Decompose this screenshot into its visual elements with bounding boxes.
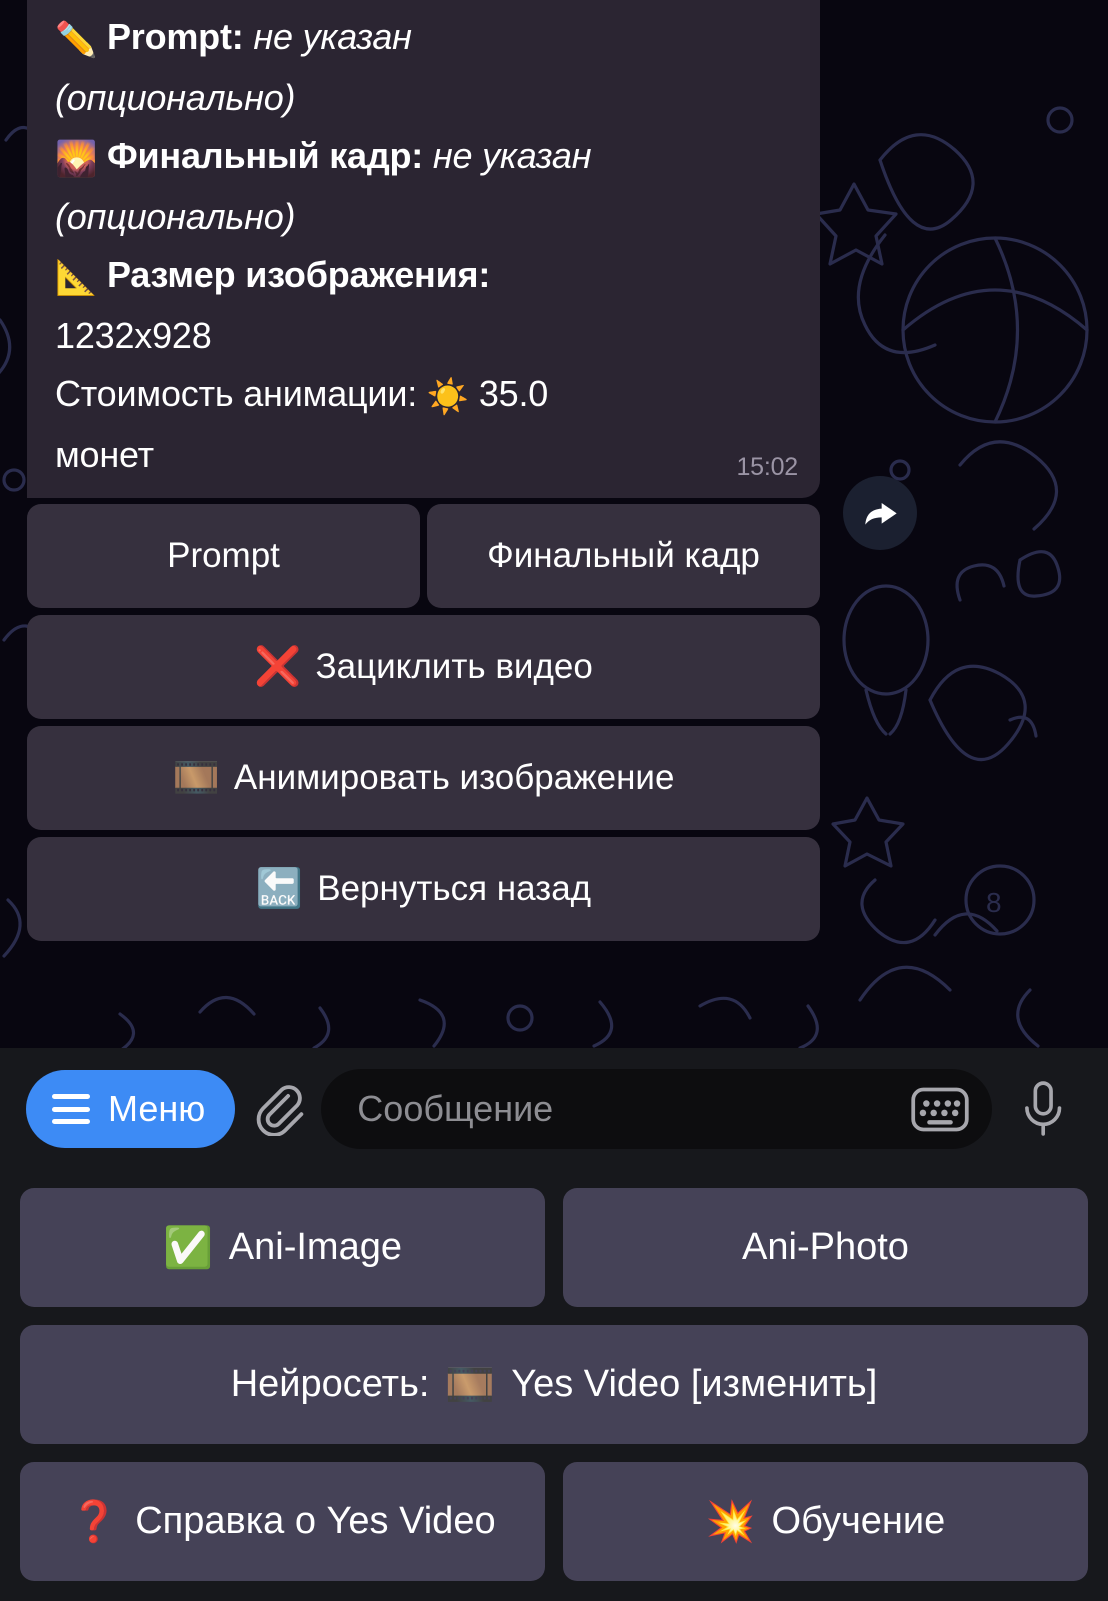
keyboard-icon (911, 1087, 969, 1131)
inline-button-loop-video-label: Зациклить видео (315, 647, 593, 686)
reply-button-help-yes-video[interactable]: ❓ Справка о Yes Video (20, 1462, 545, 1581)
reply-button-neural-network[interactable]: Нейросеть: 🎞️ Yes Video [изменить] (20, 1325, 1088, 1444)
inline-button-final-frame-label: Финальный кадр (487, 536, 760, 575)
reply-button-ani-image-label: Ani-Image (228, 1226, 402, 1268)
question-mark-icon: ❓ (69, 1500, 120, 1544)
reply-keyboard: ✅ Ani-Image Ani-Photo Нейросеть: 🎞️ Yes … (0, 1170, 1108, 1601)
inline-button-go-back[interactable]: 🔙 Вернуться назад (27, 837, 820, 941)
inline-button-animate-image[interactable]: 🎞️ Анимировать изображение (27, 726, 820, 830)
triangular-ruler-icon: 📐 (55, 259, 98, 297)
message-list: ✏️ Prompt: не указан (опционально) 🌄 Фин… (0, 0, 1108, 1040)
cost-label: Стоимость анимации: (55, 373, 418, 414)
inline-button-loop-video[interactable]: ❌ Зациклить видео (27, 615, 820, 719)
message-input-placeholder: Сообщение (357, 1088, 554, 1129)
reply-keyboard-row: Нейросеть: 🎞️ Yes Video [изменить] (20, 1325, 1088, 1444)
message-line-prompt: ✏️ Prompt: не указан (55, 8, 798, 69)
inline-keyboard: Prompt Финальный кадр ❌ Зациклить видео … (27, 504, 820, 941)
film-frames-icon: 🎞️ (445, 1363, 496, 1407)
prompt-optional-note: (опционально) (55, 77, 296, 118)
forward-arrow-icon (865, 503, 897, 525)
inline-button-prompt[interactable]: Prompt (27, 504, 420, 608)
message-bubble[interactable]: ✏️ Prompt: не указан (опционально) 🌄 Фин… (27, 0, 820, 498)
prompt-separator: : (231, 16, 254, 57)
menu-button[interactable]: Меню (26, 1070, 236, 1148)
final-frame-separator: : (411, 135, 433, 176)
film-frames-icon: 🎞️ (172, 757, 220, 799)
inline-button-final-frame[interactable]: Финальный кадр (427, 504, 820, 608)
inline-keyboard-row: Prompt Финальный кадр (27, 504, 820, 608)
microphone-icon (1025, 1081, 1062, 1136)
check-mark-button-icon: ✅ (162, 1226, 213, 1270)
cost-unit: монет (55, 434, 154, 475)
reply-keyboard-row: ✅ Ani-Image Ani-Photo (20, 1188, 1088, 1307)
cost-unit-line: монет 15:02 (55, 426, 798, 484)
reply-button-ani-photo[interactable]: Ani-Photo (563, 1188, 1088, 1307)
message-line-final-frame: 🌄 Финальный кадр: не указан (55, 127, 798, 188)
image-size-label: Размер изображения (106, 254, 479, 295)
message-input-bar: Меню Сообщение (0, 1048, 1108, 1170)
inline-keyboard-row: 🎞️ Анимировать изображение (27, 726, 820, 830)
reply-button-training[interactable]: 💥 Обучение (563, 1462, 1088, 1581)
inline-button-animate-image-label: Анимировать изображение (233, 758, 675, 797)
reply-button-ani-image[interactable]: ✅ Ani-Image (20, 1188, 545, 1307)
final-frame-value: не указан (432, 135, 592, 176)
collision-icon: 💥 (705, 1500, 756, 1544)
attach-button[interactable] (235, 1082, 321, 1136)
prompt-label: Prompt (106, 16, 232, 57)
message-input-field[interactable]: Сообщение (321, 1069, 992, 1149)
image-size-value: 1232x928 (55, 315, 212, 356)
back-arrow-icon: 🔙 (255, 868, 304, 910)
neural-network-value: Yes Video [изменить] (511, 1363, 878, 1405)
reply-button-help-label: Справка о Yes Video (135, 1500, 496, 1542)
bot-message: ✏️ Prompt: не указан (опционально) 🌄 Фин… (0, 0, 1108, 498)
cost-value: 35.0 (478, 373, 549, 414)
reply-button-training-label: Обучение (771, 1500, 946, 1542)
voice-message-button[interactable] (1000, 1080, 1086, 1138)
inline-keyboard-row: 🔙 Вернуться назад (27, 837, 820, 941)
inline-button-prompt-label: Prompt (167, 536, 280, 575)
image-size-separator: : (478, 254, 491, 295)
cross-mark-icon: ❌ (254, 646, 302, 688)
prompt-value: не указан (253, 16, 412, 57)
message-text: ✏️ Prompt: не указан (опционально) 🌄 Фин… (55, 8, 798, 484)
final-frame-optional-note: (опционально) (55, 196, 296, 237)
hamburger-menu-icon (52, 1094, 90, 1124)
menu-button-label: Меню (108, 1088, 206, 1129)
sunrise-over-mountains-icon: 🌄 (55, 140, 98, 178)
chat-area: 8 ✏️ Prompt: не указан (опционально) 🌄 Ф… (0, 0, 1108, 1048)
paperclip-icon (256, 1085, 304, 1136)
final-frame-label: Финальный кадр (106, 135, 412, 176)
pencil-icon: ✏️ (55, 21, 98, 59)
animation-cost-block: Стоимость анимации: ☀️ 35.0 монет 15:02 (55, 365, 798, 484)
message-timestamp: 15:02 (736, 453, 798, 481)
inline-keyboard-row: ❌ Зациклить видео (27, 615, 820, 719)
cost-line: Стоимость анимации: ☀️ 35.0 (55, 365, 798, 426)
keyboard-toggle-button[interactable] (908, 1085, 972, 1133)
message-line-image-size: 📐 Размер изображения: (55, 246, 798, 307)
neural-network-prefix: Нейросеть: (230, 1363, 430, 1405)
reply-keyboard-row: ❓ Справка о Yes Video 💥 Обучение (20, 1462, 1088, 1581)
reply-button-ani-photo-label: Ani-Photo (742, 1226, 909, 1268)
telegram-chat-screen: 8 ✏️ Prompt: не указан (опционально) 🌄 Ф… (0, 0, 1108, 1601)
forward-message-button[interactable] (843, 476, 917, 550)
inline-button-go-back-label: Вернуться назад (317, 869, 592, 908)
sun-coin-icon: ☀️ (426, 378, 470, 416)
